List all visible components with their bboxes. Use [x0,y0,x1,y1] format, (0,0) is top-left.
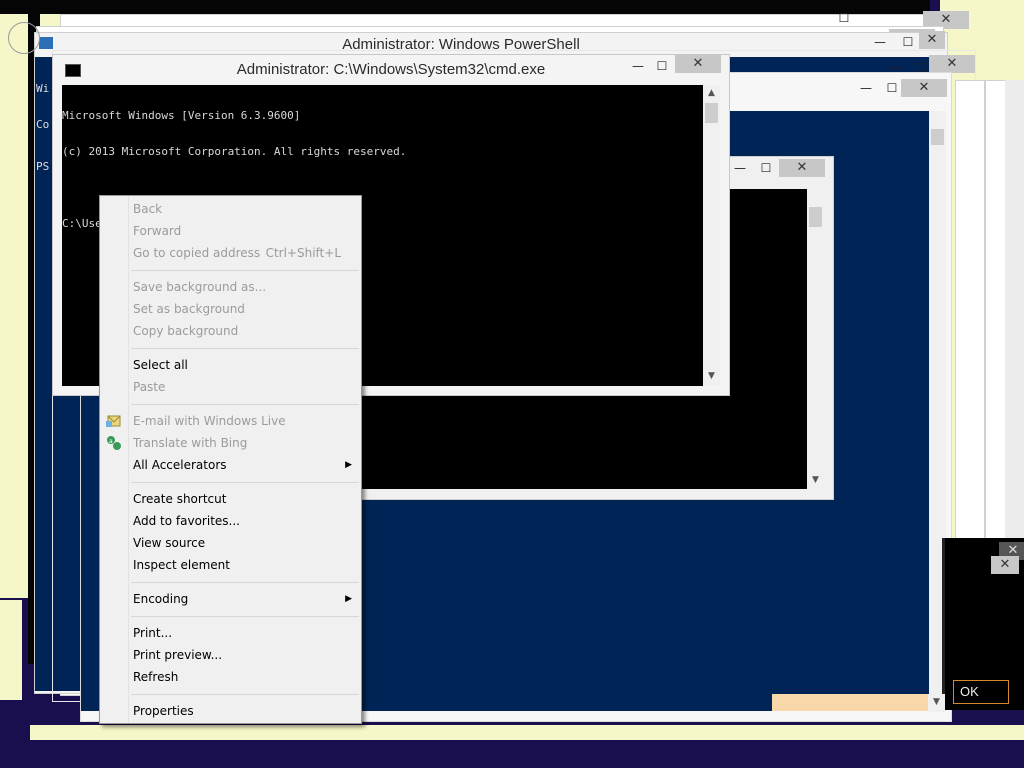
menu-item-create-shortcut[interactable]: Create shortcut [133,489,355,509]
back-arrow-icon[interactable] [8,22,40,54]
minimize-button[interactable]: — [867,33,893,51]
stacked-window [955,80,985,542]
minimize-button[interactable]: — [727,159,753,177]
menu-item-shortcut: Ctrl+Shift+L [265,246,341,260]
close-button[interactable]: ✕ [991,556,1019,574]
menu-item-print-preview[interactable]: Print preview... [133,645,355,665]
scrollbar-thumb[interactable] [705,103,718,123]
submenu-arrow-icon: ▶ [345,594,352,604]
context-menu: Back Forward Go to copied address Ctrl+S… [99,195,362,724]
menu-separator [131,270,359,271]
menu-item-select-all[interactable]: Select all [133,355,355,375]
vertical-scrollbar[interactable]: ▼ [807,189,824,489]
console-line: (c) 2013 Microsoft Corporation. All righ… [62,145,407,158]
vertical-scrollbar[interactable]: ▼ [928,694,945,712]
console-line: Microsoft Windows [Version 6.3.9600] [62,109,301,122]
menu-separator [131,694,359,695]
minimize-button[interactable]: — [625,57,651,75]
menu-item-encoding[interactable]: Encoding ▶ [133,589,355,609]
close-button[interactable]: ✕ [675,55,721,73]
scroll-up-arrow-icon[interactable]: ▲ [703,85,720,102]
menu-item-properties[interactable]: Properties [133,701,355,721]
menu-item-inspect-element[interactable]: Inspect element [133,555,355,575]
stacked-window [1005,80,1024,540]
menu-item-paste[interactable]: Paste [133,377,355,397]
menu-icon-gutter [128,196,129,723]
menu-item-add-to-favorites[interactable]: Add to favorites... [133,511,355,531]
menu-item-back[interactable]: Back [133,199,355,219]
stacked-window [985,80,1007,542]
menu-item-forward[interactable]: Forward [133,221,355,241]
menu-item-email-windows-live[interactable]: E-mail with Windows Live [133,411,355,431]
bing-translate-icon: a [106,435,122,451]
menu-item-copy-background[interactable]: Copy background [133,321,355,341]
menu-separator [131,404,359,405]
menu-item-translate-bing[interactable]: Translate with Bing [133,433,355,453]
maximize-button[interactable]: ☐ [831,9,857,27]
vertical-scrollbar[interactable]: ▲ ▼ [703,85,720,385]
menu-separator [131,482,359,483]
ok-button-label: OK [960,684,979,699]
menu-item-view-source[interactable]: View source [133,533,355,553]
menu-item-print[interactable]: Print... [133,623,355,643]
menu-separator [131,348,359,349]
tooltip-strip [772,694,928,711]
scroll-down-arrow-icon[interactable]: ▼ [703,368,720,385]
scrollbar-thumb[interactable] [809,207,822,227]
minimize-button[interactable]: — [853,79,879,97]
dialog-window: ✕ ✕ OK [942,538,1024,710]
cmd-titlebar[interactable]: Administrator: C:\Windows\System32\cmd.e… [53,55,729,85]
close-button[interactable]: ✕ [779,159,825,177]
desktop-glitch-band [0,0,1024,14]
desktop-glitch-band [0,740,1024,768]
menu-separator [131,616,359,617]
windows-live-mail-icon [106,413,122,429]
scrollbar-thumb[interactable] [931,129,944,145]
maximize-button[interactable]: ☐ [895,33,921,51]
close-button[interactable]: ✕ [919,31,945,49]
maximize-button[interactable]: ☐ [753,159,779,177]
ok-button[interactable]: OK [953,680,1009,704]
menu-item-set-as-background[interactable]: Set as background [133,299,355,319]
scroll-down-arrow-icon[interactable]: ▼ [807,472,824,489]
desktop-glitch-band [0,600,22,700]
close-button[interactable]: ✕ [901,79,947,97]
menu-item-save-background[interactable]: Save background as... [133,277,355,297]
menu-item-refresh[interactable]: Refresh [133,667,355,687]
desktop-glitch-band [30,725,1024,741]
menu-separator [131,582,359,583]
scroll-down-arrow-icon[interactable]: ▼ [928,694,945,711]
menu-item-go-to-copied-address[interactable]: Go to copied address Ctrl+Shift+L [133,243,355,263]
menu-item-all-accelerators[interactable]: All Accelerators ▶ [133,455,355,475]
close-button[interactable]: ✕ [929,55,975,73]
svg-text:a: a [109,438,113,445]
submenu-arrow-icon: ▶ [345,460,352,470]
maximize-button[interactable]: ☐ [649,57,675,75]
